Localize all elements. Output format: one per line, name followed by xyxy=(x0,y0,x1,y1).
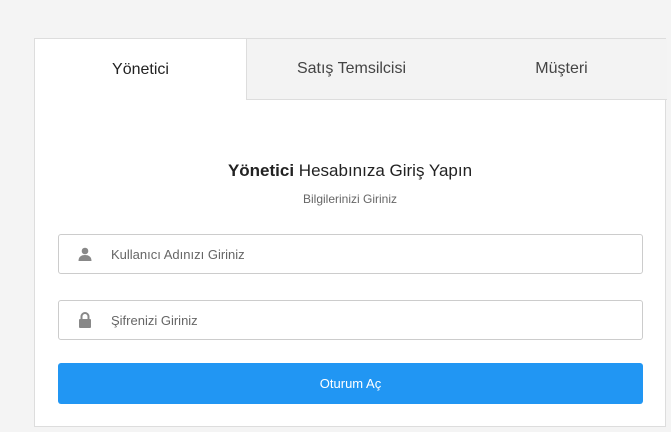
tab-yonetici[interactable]: Yönetici xyxy=(35,39,246,101)
role-tabs: Yönetici Satış Temsilcisi Müşteri xyxy=(35,39,667,101)
login-heading-text: Hesabınıza Giriş Yapın xyxy=(294,161,473,180)
login-page: Yönetici Satış Temsilcisi Müşteri Yöneti… xyxy=(0,0,671,432)
username-input[interactable] xyxy=(109,245,633,263)
login-subheading: Bilgilerinizi Giriniz xyxy=(302,192,398,206)
lock-icon xyxy=(78,312,92,328)
login-button[interactable]: Oturum Aç xyxy=(58,363,643,404)
user-icon xyxy=(78,246,92,262)
password-field[interactable] xyxy=(58,300,643,340)
tab-satis-temsilcisi[interactable]: Satış Temsilcisi xyxy=(246,39,456,100)
login-card: Yönetici Satış Temsilcisi Müşteri Yöneti… xyxy=(34,38,667,427)
tab-musteri[interactable]: Müşteri xyxy=(456,39,667,100)
tab-label: Satış Temsilcisi xyxy=(296,60,407,77)
login-heading-role: Yönetici xyxy=(227,161,295,180)
password-input[interactable] xyxy=(109,311,633,329)
tab-label: Yönetici xyxy=(112,61,169,78)
login-heading: Yönetici Hesabınıza Giriş Yapın xyxy=(35,161,665,181)
tab-label: Müşteri xyxy=(535,60,588,77)
username-field[interactable] xyxy=(58,234,643,274)
